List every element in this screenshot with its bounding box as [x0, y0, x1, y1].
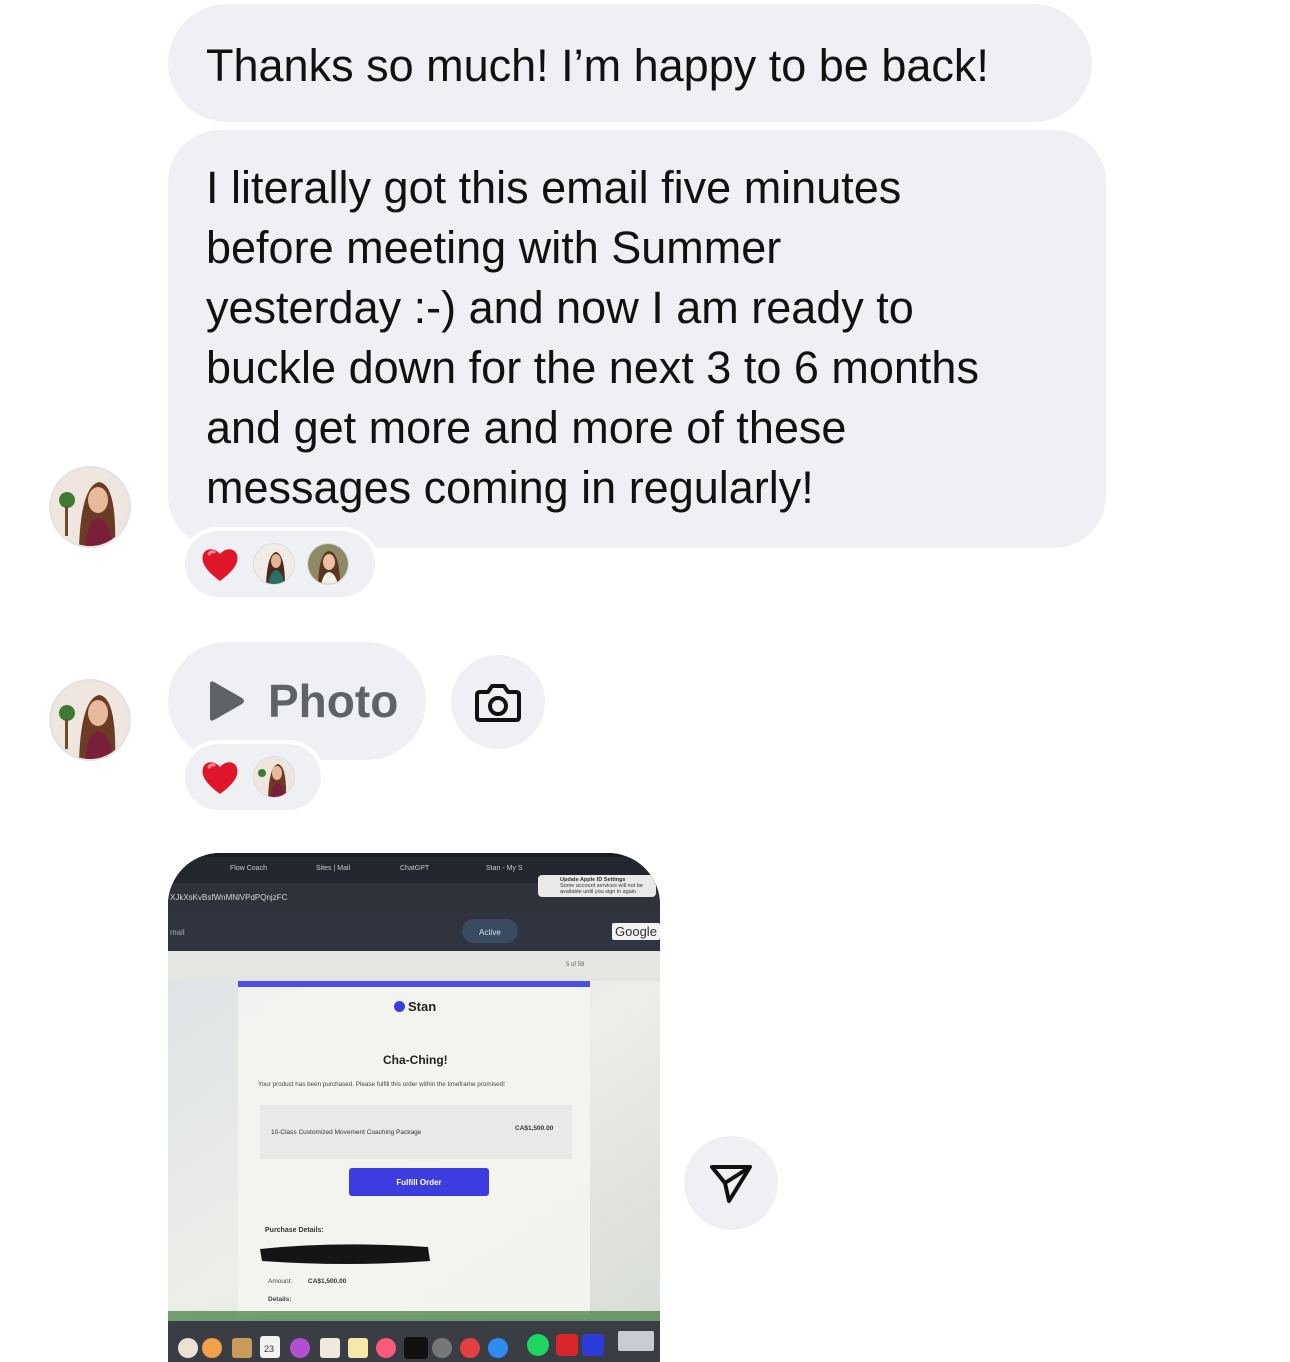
- notification: Update Apple ID Settings Some account se…: [538, 875, 656, 897]
- fulfill-order-button[interactable]: Fulfill Order: [349, 1178, 489, 1187]
- browser-tab: Flow Coach: [230, 865, 267, 872]
- details-label: Details:: [268, 1296, 292, 1303]
- status-badge: Active: [479, 928, 501, 937]
- share-button[interactable]: [684, 1136, 778, 1230]
- heart-icon: [202, 762, 238, 794]
- shared-photo[interactable]: Flow Coach Sites | Mail ChatGPT Stan - M…: [168, 853, 660, 1362]
- camera-icon: [475, 684, 521, 722]
- reactor-avatar: [307, 543, 349, 585]
- product-name: 10-Class Customized Movement Coaching Pa…: [271, 1129, 422, 1136]
- reactor-avatar: [253, 543, 295, 585]
- browser-tab: Stan - My S: [486, 865, 523, 872]
- email-body: Your product has been purchased. Please …: [258, 1081, 505, 1088]
- avatar[interactable]: [49, 679, 131, 761]
- reactor-avatar: [253, 756, 295, 798]
- dock-calendar-date: 23: [264, 1344, 275, 1354]
- purchase-details-label: Purchase Details:: [265, 1227, 324, 1234]
- message-bubble[interactable]: Thanks so much! I’m happy to be back!: [168, 4, 1092, 122]
- amount-value: CA$1,500.00: [308, 1278, 347, 1285]
- product-price: CA$1,500.00: [515, 1125, 554, 1132]
- search-label: mail: [170, 928, 185, 937]
- send-icon: [710, 1165, 752, 1203]
- stan-brand: Stan: [394, 999, 436, 1014]
- browser-tab: ChatGPT: [400, 865, 430, 872]
- email-heading: Cha-Ching!: [383, 1053, 448, 1067]
- play-icon: [210, 681, 244, 721]
- notification-body: Some account services will not be availa…: [560, 883, 643, 895]
- heart-icon: [202, 549, 238, 581]
- browser-tab: Sites | Mail: [316, 865, 351, 872]
- message-reactions[interactable]: [181, 527, 379, 601]
- pager: 5 of 59: [566, 962, 585, 968]
- avatar[interactable]: [49, 466, 131, 548]
- google-button: Google: [612, 923, 660, 940]
- stan-logo-icon: [394, 1001, 405, 1012]
- message-bubble[interactable]: I literally got this email five minutes …: [168, 130, 1106, 548]
- url-text: XJkXsKvBsfWnMNlVPdPQnjzFC: [170, 893, 288, 902]
- message-reactions[interactable]: [181, 740, 325, 814]
- photo-label: Photo: [268, 675, 399, 727]
- amount-label: Amount:: [268, 1278, 293, 1285]
- brand-text: Stan: [408, 999, 437, 1014]
- camera-button[interactable]: [451, 655, 545, 749]
